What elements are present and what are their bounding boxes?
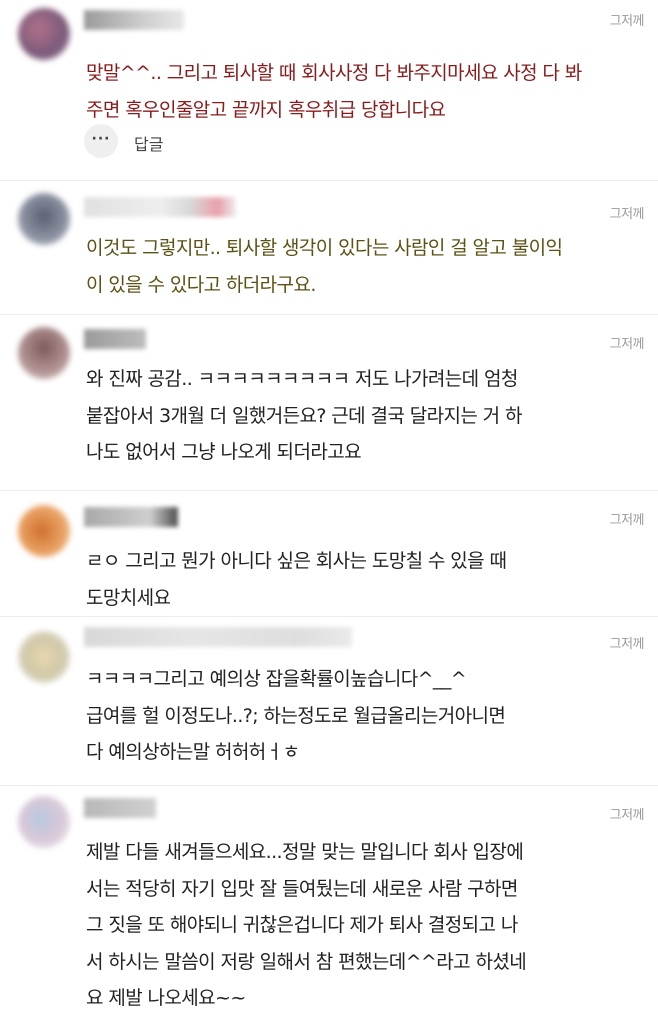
username-blurred[interactable] xyxy=(84,197,236,217)
comment-line: 그 짓을 또 해야되니 귀찮은겁니다 제가 퇴사 결정되고 나 xyxy=(86,914,518,936)
comment-time: 그저께 xyxy=(609,14,645,29)
comment-line: 제발 다들 새겨들으세요...정말 맞는 말입니다 회사 입장에 xyxy=(86,841,524,863)
comment-line: 급여를 헐 이정도나..?; 하는정도로 월급올리는거아니면 xyxy=(86,704,506,727)
comment-item: 그저께 ㅋㅋㅋㅋ그리고 예의상 잡을확률이높습니다^__^ 급여를 헐 이정도나… xyxy=(0,617,658,785)
comment-item: 그저께 와 진짜 공감.. ㅋㅋㅋㅋㅋㅋㅋㅋㅋ 저도 나가려는데 엄청 붙잡아서… xyxy=(0,315,658,490)
comment-line: 다 예의상하는말 허허허ㅓㅎ xyxy=(86,741,300,763)
comment-time: 그저께 xyxy=(609,513,645,528)
username-blurred[interactable] xyxy=(84,507,178,527)
comment-item: 그저께 이것도 그렇지만.. 퇴사할 생각이 있다는 사람인 걸 알고 불이익 … xyxy=(0,181,658,314)
comment-line: 도망치세요 xyxy=(86,586,171,609)
username-blurred[interactable] xyxy=(84,10,184,30)
comment-time: 그저께 xyxy=(609,637,645,652)
comment-line: 요 제발 나오세요~~ xyxy=(86,987,246,1009)
comment-text: ㄹㅇ 그리고 뭔가 아니다 싶은 회사는 도망칠 수 있을 때 도망치세요 xyxy=(86,543,651,616)
comment-line: 이 있을 수 있다고 하더라구요. xyxy=(86,273,316,296)
comment-line: 나도 없어서 그냥 나오게 되더라고요 xyxy=(86,441,362,463)
avatar[interactable] xyxy=(18,796,70,848)
comment-line: ㄹㅇ 그리고 뭔가 아니다 싶은 회사는 도망칠 수 있을 때 xyxy=(86,550,507,572)
comment-item: 그저께 ㄹㅇ 그리고 뭔가 아니다 싶은 회사는 도망칠 수 있을 때 도망치세… xyxy=(0,491,658,616)
username-blurred[interactable] xyxy=(84,627,352,647)
avatar[interactable] xyxy=(18,8,70,60)
comment-time: 그저께 xyxy=(609,207,645,222)
comment-text: 이것도 그렇지만.. 퇴사할 생각이 있다는 사람인 걸 알고 불이익 이 있을… xyxy=(86,230,651,303)
comment-time: 그저께 xyxy=(609,808,645,823)
comment-item: 그저께 맞말^^.. 그리고 퇴사할 때 회사사정 다 봐주지마세요 사정 다 … xyxy=(0,0,658,180)
username-blurred[interactable] xyxy=(84,798,156,818)
avatar[interactable] xyxy=(18,327,70,379)
comment-line: 이것도 그렇지만.. 퇴사할 생각이 있다는 사람인 걸 알고 불이익 xyxy=(86,237,563,259)
comment-line: 와 진짜 공감.. ㅋㅋㅋㅋㅋㅋㅋㅋㅋ 저도 나가려는데 엄청 xyxy=(86,368,518,390)
username-blurred[interactable] xyxy=(84,329,146,349)
avatar[interactable] xyxy=(18,631,70,683)
more-options-button[interactable]: ··· xyxy=(84,124,118,158)
comment-text: 맞말^^.. 그리고 퇴사할 때 회사사정 다 봐주지마세요 사정 다 봐 주면… xyxy=(86,55,651,128)
comment-line: 서 하시는 말씀이 저랑 일해서 참 편했는데^^라고 하셨네 xyxy=(86,950,527,973)
comment-line: 서는 적당히 자기 입맛 잘 들여뒀는데 새로운 사람 구하면 xyxy=(86,877,518,900)
avatar[interactable] xyxy=(18,193,70,245)
comment-text: 와 진짜 공감.. ㅋㅋㅋㅋㅋㅋㅋㅋㅋ 저도 나가려는데 엄청 붙잡아서 3개월… xyxy=(86,361,651,471)
comment-item: 그저께 제발 다들 새겨들으세요...정말 맞는 말입니다 회사 입장에 서는 … xyxy=(0,786,658,1035)
comment-time: 그저께 xyxy=(609,337,645,352)
comment-line: ㅋㅋㅋㅋ그리고 예의상 잡을확률이높습니다^__^ xyxy=(86,668,467,690)
comment-text: ㅋㅋㅋㅋ그리고 예의상 잡을확률이높습니다^__^ 급여를 헐 이정도나..?;… xyxy=(86,661,651,771)
avatar[interactable] xyxy=(18,505,70,557)
comment-line: 맞말^^.. 그리고 퇴사할 때 회사사정 다 봐주지마세요 사정 다 봐 xyxy=(86,62,582,84)
reply-button[interactable]: 답글 xyxy=(134,131,163,155)
comment-line: 붙잡아서 3개월 더 일했거든요? 근데 결국 달라지는 거 하 xyxy=(86,404,522,427)
comment-text: 제발 다들 새겨들으세요...정말 맞는 말입니다 회사 입장에 서는 적당히 … xyxy=(86,834,651,1017)
comment-line: 주면 혹우인줄알고 끝까지 혹우취급 당합니다요 xyxy=(86,98,446,121)
